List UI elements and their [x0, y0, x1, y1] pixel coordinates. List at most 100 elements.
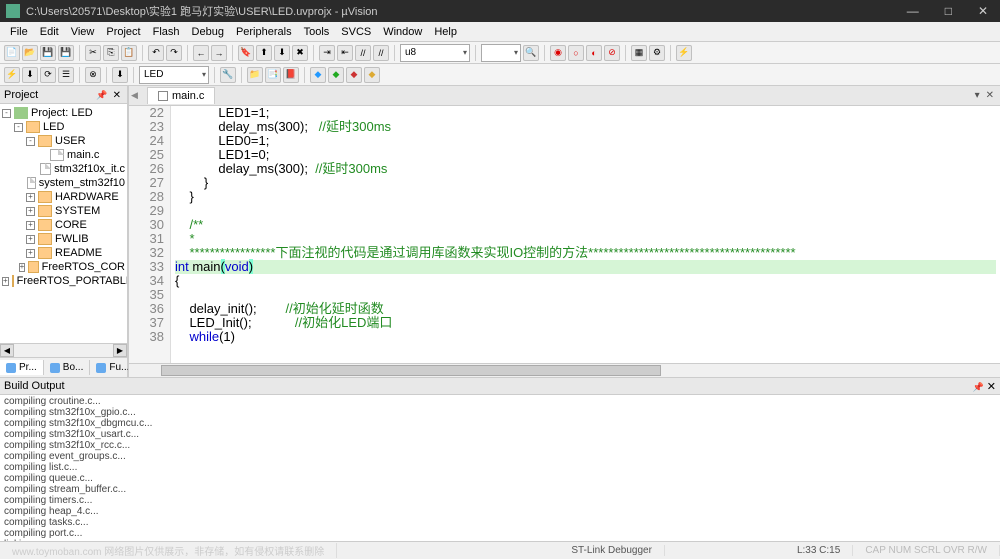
- uncomment-icon[interactable]: //: [373, 45, 389, 61]
- editor-area: ◀ main.c ▾ ✕ 222324252627282930313233343…: [128, 86, 1000, 377]
- panel-close-icon[interactable]: ✕: [111, 90, 123, 101]
- menubar: FileEditViewProjectFlashDebugPeripherals…: [0, 22, 1000, 42]
- tree-root[interactable]: -Project: LED: [2, 106, 125, 120]
- code-editor[interactable]: 2223242526272829303132333435363738 LED1=…: [129, 106, 1000, 363]
- target-select[interactable]: LED: [139, 66, 209, 84]
- app-icon: [6, 4, 20, 18]
- tree-item[interactable]: +CORE: [2, 218, 125, 232]
- menu-edit[interactable]: Edit: [34, 24, 65, 40]
- paste-icon[interactable]: 📋: [121, 45, 137, 61]
- breakpoint-kill-icon[interactable]: ⊘: [604, 45, 620, 61]
- options-icon[interactable]: 🔧: [220, 67, 236, 83]
- window-icon[interactable]: ▦: [631, 45, 647, 61]
- titlebar: C:\Users\20571\Desktop\实验1 跑马灯实验\USER\LE…: [0, 0, 1000, 22]
- find-icon[interactable]: 🔍: [523, 45, 539, 61]
- project-panel-tabs: Pr...Bo...Fu...Te...: [0, 357, 127, 377]
- project-tree[interactable]: -Project: LED-LED-USERmain.cstm32f10x_it…: [0, 104, 127, 343]
- panel-tab[interactable]: Bo...: [44, 360, 91, 375]
- new-icon[interactable]: 📄: [4, 45, 20, 61]
- bookmark-icon[interactable]: 🔖: [238, 45, 254, 61]
- comment-icon[interactable]: //: [355, 45, 371, 61]
- status-indicators: CAP NUM SCRL OVR R/W: [853, 545, 1000, 556]
- toolbar-main: 📄 📂 💾 💾 ✂ ⎘ 📋 ↶ ↷ ← → 🔖 ⬆ ⬇ ✖ ⇥ ⇤ // // …: [0, 42, 1000, 64]
- tab-nav-left-icon[interactable]: ◀: [131, 90, 145, 101]
- save-icon[interactable]: 💾: [40, 45, 56, 61]
- project-panel-title: Project: [4, 89, 38, 101]
- redo-icon[interactable]: ↷: [166, 45, 182, 61]
- panel-tab[interactable]: Pr...: [0, 360, 44, 375]
- tree-item[interactable]: -USER: [2, 134, 125, 148]
- rebuild-icon[interactable]: ⟳: [40, 67, 56, 83]
- menu-file[interactable]: File: [4, 24, 34, 40]
- pack-red-icon[interactable]: ◆: [346, 67, 362, 83]
- manage-icon[interactable]: 📁: [247, 67, 263, 83]
- open-icon[interactable]: 📂: [22, 45, 38, 61]
- outdent-icon[interactable]: ⇤: [337, 45, 353, 61]
- tree-item[interactable]: -LED: [2, 120, 125, 134]
- indent-icon[interactable]: ⇥: [319, 45, 335, 61]
- menu-project[interactable]: Project: [100, 24, 146, 40]
- tree-item[interactable]: +SYSTEM: [2, 204, 125, 218]
- config-icon[interactable]: ⚡: [676, 45, 692, 61]
- breakpoint-insert-icon[interactable]: ○: [568, 45, 584, 61]
- editor-hscroll[interactable]: [129, 363, 1000, 377]
- debug-icon[interactable]: ◉: [550, 45, 566, 61]
- translate-icon[interactable]: ⚡: [4, 67, 20, 83]
- nav-back-icon[interactable]: ←: [193, 45, 209, 61]
- build-output[interactable]: compiling croutine.c...compiling stm32f1…: [0, 395, 1000, 541]
- toolbox-icon[interactable]: ⚙: [649, 45, 665, 61]
- code-text[interactable]: LED1=1; delay_ms(300); //延时300ms LED0=1;…: [171, 106, 1000, 363]
- tree-item[interactable]: +README: [2, 246, 125, 260]
- close-button[interactable]: ✕: [972, 4, 994, 18]
- menu-view[interactable]: View: [65, 24, 101, 40]
- bookmark-clear-icon[interactable]: ✖: [292, 45, 308, 61]
- undo-icon[interactable]: ↶: [148, 45, 164, 61]
- tree-item[interactable]: main.c: [2, 148, 125, 162]
- pack-yellow-icon[interactable]: ◆: [364, 67, 380, 83]
- menu-help[interactable]: Help: [428, 24, 463, 40]
- menu-flash[interactable]: Flash: [147, 24, 186, 40]
- pack-green-icon[interactable]: ◆: [328, 67, 344, 83]
- menu-peripherals[interactable]: Peripherals: [230, 24, 298, 40]
- batch-build-icon[interactable]: ☰: [58, 67, 74, 83]
- menu-window[interactable]: Window: [377, 24, 428, 40]
- tree-item[interactable]: stm32f10x_it.c: [2, 162, 125, 176]
- menu-debug[interactable]: Debug: [186, 24, 230, 40]
- books-icon[interactable]: 📕: [283, 67, 299, 83]
- bookmark-next-icon[interactable]: ⬇: [274, 45, 290, 61]
- bookmark-prev-icon[interactable]: ⬆: [256, 45, 272, 61]
- find-combo[interactable]: u8: [400, 44, 470, 62]
- minimize-button[interactable]: —: [901, 4, 925, 18]
- project-hscroll[interactable]: ◀▶: [0, 343, 127, 357]
- tree-item[interactable]: system_stm32f10: [2, 176, 125, 190]
- symbol-combo[interactable]: [481, 44, 521, 62]
- stop-build-icon[interactable]: ⊗: [85, 67, 101, 83]
- build-pin-icon[interactable]: 📌: [973, 382, 984, 392]
- file-ext-icon[interactable]: 📑: [265, 67, 281, 83]
- build-close-icon[interactable]: ✕: [987, 381, 996, 393]
- breakpoint-enable-icon[interactable]: ◐: [586, 45, 602, 61]
- editor-tab-main-c[interactable]: main.c: [147, 87, 215, 104]
- tab-close-icon[interactable]: ✕: [986, 90, 994, 101]
- tab-dropdown-icon[interactable]: ▾: [975, 90, 980, 101]
- maximize-button[interactable]: □: [939, 4, 958, 18]
- nav-fwd-icon[interactable]: →: [211, 45, 227, 61]
- tree-item[interactable]: +FreeRTOS_COR: [2, 260, 125, 274]
- save-all-icon[interactable]: 💾: [58, 45, 74, 61]
- cut-icon[interactable]: ✂: [85, 45, 101, 61]
- build-icon[interactable]: ⬇: [22, 67, 38, 83]
- pack-blue-icon[interactable]: ◆: [310, 67, 326, 83]
- tree-item[interactable]: +FWLIB: [2, 232, 125, 246]
- panel-pin-icon[interactable]: 📌: [96, 90, 107, 100]
- tree-item[interactable]: +FreeRTOS_PORTABLE: [2, 274, 125, 288]
- copy-icon[interactable]: ⎘: [103, 45, 119, 61]
- statusbar: www.toymoban.com 网络图片仅供展示，非存储，如有侵权请联系删除 …: [0, 541, 1000, 559]
- editor-tabstrip: ◀ main.c ▾ ✕: [129, 86, 1000, 106]
- scroll-thumb[interactable]: [161, 365, 661, 376]
- tree-item[interactable]: +HARDWARE: [2, 190, 125, 204]
- window-title: C:\Users\20571\Desktop\实验1 跑马灯实验\USER\LE…: [26, 3, 901, 19]
- menu-tools[interactable]: Tools: [298, 24, 336, 40]
- file-icon: [158, 91, 168, 101]
- download-icon[interactable]: ⬇: [112, 67, 128, 83]
- menu-svcs[interactable]: SVCS: [335, 24, 377, 40]
